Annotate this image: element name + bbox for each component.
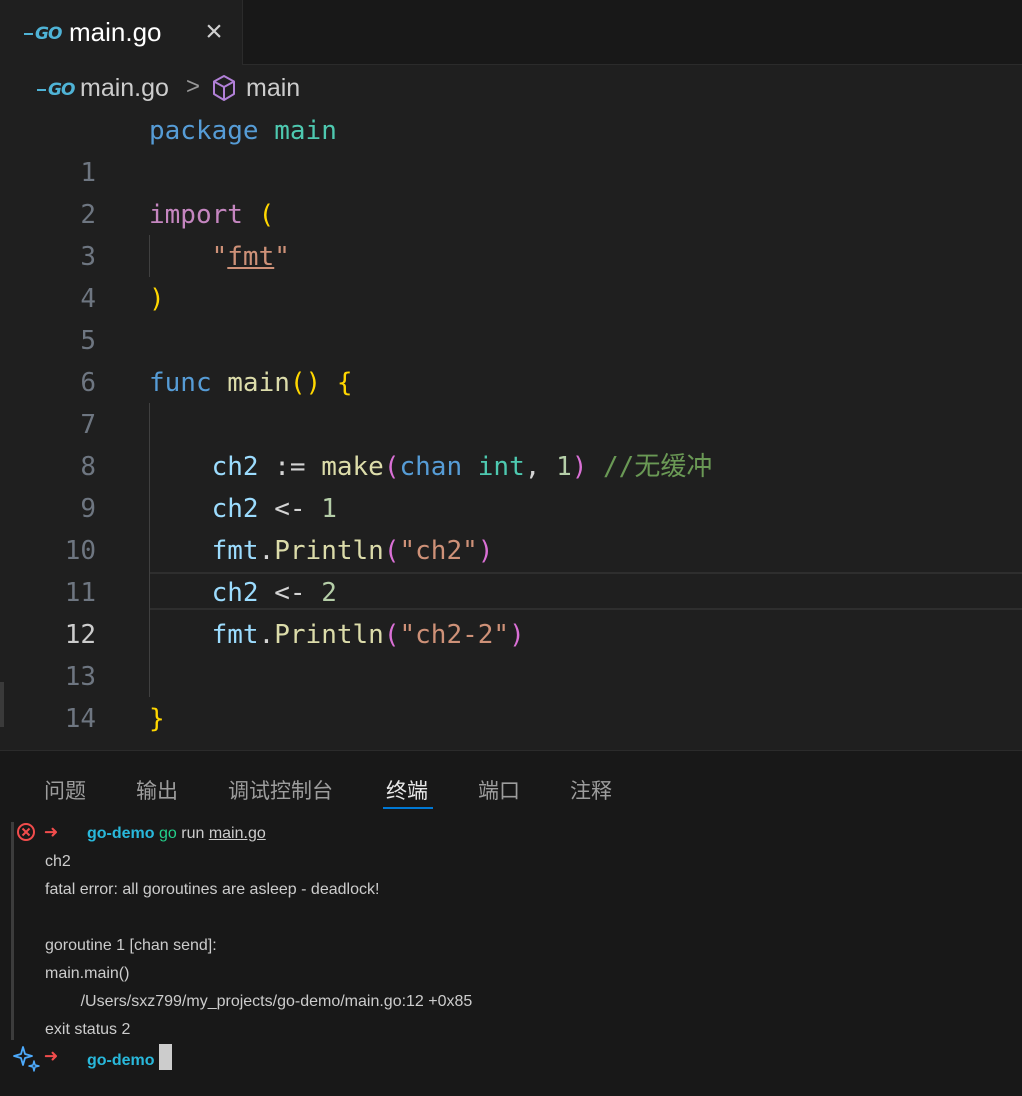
token-package: fmt — [211, 620, 259, 650]
terminal-output-line: /Users/sxz799/my_projects/go-demo/main.g… — [45, 993, 473, 1010]
token-identifier: main — [274, 116, 337, 146]
code-line: 13 fmt.Println("ch2-2") — [0, 614, 1022, 692]
tab-problems[interactable]: 问题 — [44, 775, 86, 805]
token-string: "ch2-2" — [399, 620, 510, 650]
terminal-go-command: go — [159, 825, 177, 842]
code-line: 1 package main — [0, 110, 1022, 188]
token-string: fmt — [227, 242, 275, 272]
token-variable: ch2 — [211, 452, 259, 482]
terminal-cursor — [159, 1044, 172, 1070]
token-bracket: ( — [258, 200, 275, 230]
tab-main-go[interactable]: GO main.go × — [0, 0, 243, 65]
token-operator: := — [258, 452, 322, 482]
token-bracket: { — [336, 368, 353, 398]
token-number: 1 — [556, 452, 572, 482]
token-punct: , — [524, 452, 557, 482]
sparkle-icon[interactable] — [12, 1044, 42, 1074]
tab-debug-console[interactable]: 调试控制台 — [228, 775, 333, 805]
token-variable: ch2 — [211, 494, 259, 524]
code-line: 7 func main() { — [0, 362, 1022, 440]
terminal-command-line: go-demo go run main.go — [87, 820, 266, 848]
terminal-output-line: main.main() — [45, 965, 130, 982]
token-operator: <- — [258, 578, 322, 608]
breadcrumb-separator-icon: > — [186, 73, 201, 100]
line-number: 15 — [0, 740, 96, 750]
token-function: main — [227, 368, 290, 398]
scroll-indicator — [0, 682, 4, 727]
token-bracket: () — [289, 368, 322, 398]
prompt-arrow-icon: ➜ — [44, 820, 58, 846]
token-number: 1 — [321, 494, 337, 524]
token-string: " — [211, 242, 228, 272]
token-bracket: ( — [383, 620, 400, 650]
token-string: " — [274, 242, 290, 272]
tab-terminal[interactable]: 终端 — [386, 775, 428, 805]
token-function: make — [321, 452, 384, 482]
terminal-project: go-demo — [87, 1052, 155, 1069]
terminal-output-line: fatal error: all goroutines are asleep -… — [45, 881, 380, 898]
terminal-project: go-demo — [87, 825, 155, 842]
token-bracket: ) — [571, 452, 588, 482]
token-number: 2 — [321, 578, 337, 608]
token-keyword: chan — [399, 452, 463, 482]
code-line: 4 "fmt" — [0, 236, 1022, 314]
token-bracket: } — [149, 704, 165, 734]
error-circle-icon[interactable] — [16, 822, 36, 842]
token-operator: <- — [258, 494, 322, 524]
code-line: 8 — [0, 404, 1022, 482]
close-icon[interactable]: × — [200, 14, 228, 50]
token-bracket: ) — [149, 284, 165, 314]
token-bracket: ) — [509, 620, 525, 650]
terminal-output-line: goroutine 1 [chan send]: — [45, 937, 217, 954]
prompt-arrow-icon: ➜ — [44, 1044, 58, 1070]
code-line: 6 — [0, 320, 1022, 398]
tab-comments[interactable]: 注释 — [570, 775, 612, 805]
code-line: 10 ch2 <- 1 — [0, 488, 1022, 566]
token-punct: . — [258, 620, 275, 650]
code-line: 14 — [0, 656, 1022, 734]
editor-tab-bar: GO main.go × — [0, 0, 1022, 65]
token-type: int — [477, 452, 525, 482]
terminal-output-line: ch2 — [45, 853, 71, 870]
code-editor[interactable]: 1 package main 2 3 import ( 4 "fmt" 5 ) … — [0, 110, 1022, 750]
token-string: "ch2" — [399, 536, 478, 566]
terminal-output-line: exit status 2 — [45, 1021, 131, 1038]
code-line: 11 fmt.Println("ch2") — [0, 530, 1022, 608]
terminal-file-link[interactable]: main.go — [209, 825, 266, 842]
tab-output[interactable]: 输出 — [136, 775, 178, 805]
token-comment: //无缓冲 — [603, 452, 713, 482]
tab-ports[interactable]: 端口 — [478, 775, 520, 805]
code-line: 12 ch2 <- 2 — [0, 572, 1022, 650]
breadcrumb-file[interactable]: main.go — [80, 74, 169, 103]
tab-title: main.go — [69, 17, 162, 47]
command-decoration-bar — [11, 822, 14, 1040]
token-keyword: import — [149, 200, 243, 230]
go-file-icon: GO — [24, 24, 62, 44]
breadcrumb-symbol[interactable]: main — [246, 74, 300, 103]
code-line: 15 } — [0, 698, 1022, 750]
token-punct: . — [258, 536, 275, 566]
active-tab-indicator — [383, 807, 433, 809]
token-package: fmt — [211, 536, 259, 566]
code-line: 3 import ( — [0, 194, 1022, 272]
cube-icon — [213, 75, 235, 101]
token-bracket: ( — [383, 536, 400, 566]
terminal-prompt-line[interactable]: go-demo — [87, 1044, 172, 1072]
token-function: Println — [274, 536, 384, 566]
token-variable: ch2 — [211, 578, 259, 608]
token-bracket: ) — [477, 536, 494, 566]
code-line: 5 ) — [0, 278, 1022, 356]
code-line: 2 — [0, 152, 1022, 230]
go-file-icon: GO — [37, 80, 75, 100]
token-function: Println — [274, 620, 384, 650]
token-bracket: ( — [383, 452, 400, 482]
terminal-run-arg: run — [176, 825, 209, 842]
token-keyword: package — [149, 116, 259, 146]
code-line: 9 ch2 := make(chan int, 1) //无缓冲 — [0, 446, 1022, 524]
token-keyword: func — [149, 368, 212, 398]
